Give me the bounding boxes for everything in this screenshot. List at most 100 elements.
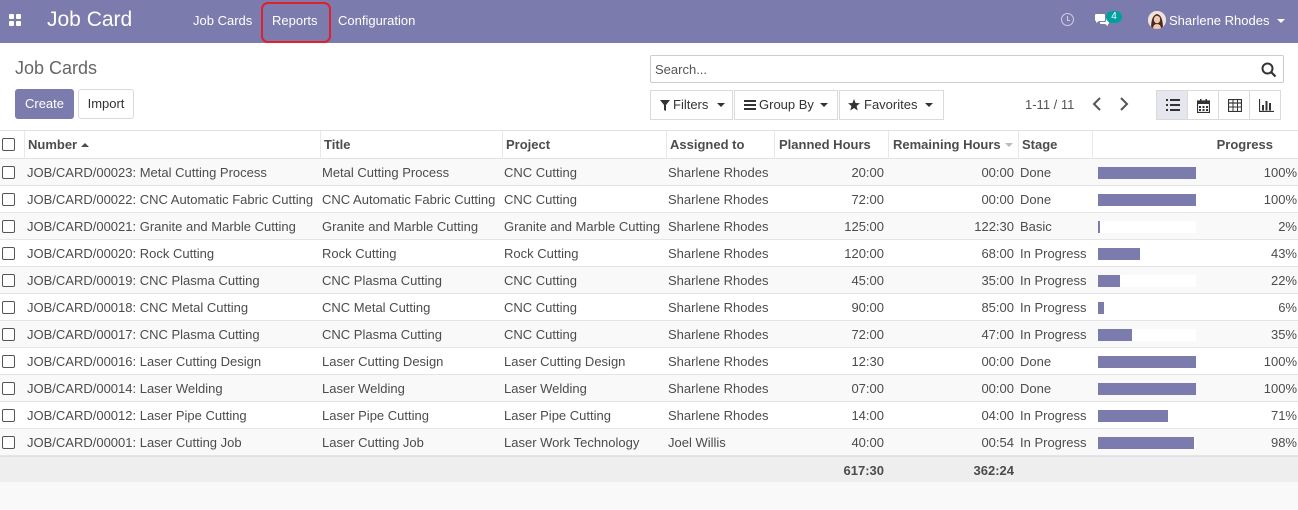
cell-title: CNC Plasma Cutting [322,273,442,288]
cell-progress-percent: 98% [1270,435,1297,450]
cell-project: Laser Welding [504,381,587,396]
list-view-button[interactable] [1156,90,1188,120]
table-row[interactable]: JOB/CARD/00001: Laser Cutting Job Laser C… [0,429,1298,456]
groupby-dropdown[interactable]: Group By [734,90,838,120]
caret-down-icon [925,103,933,107]
row-checkbox[interactable] [2,274,15,287]
row-checkbox[interactable] [2,166,15,179]
calendar-view-button[interactable] [1187,90,1219,120]
pivot-view-button[interactable] [1218,90,1250,120]
import-button[interactable]: Import [78,89,134,119]
cell-assigned-to: Sharlene Rhodes [668,381,769,396]
cell-title: CNC Plasma Cutting [322,327,442,342]
graph-view-button[interactable] [1249,90,1281,120]
total-planned-hours: 617:30 [843,463,884,478]
row-checkbox[interactable] [2,328,15,341]
progress-bar [1098,383,1196,395]
column-stage[interactable]: Stage [1018,131,1092,159]
row-checkbox[interactable] [2,247,15,260]
cell-remaining-hours: 00:00 [981,381,1014,396]
chat-count-badge: 4 [1106,11,1122,23]
cell-title: Rock Cutting [322,246,397,261]
table-row[interactable]: JOB/CARD/00018: CNC Metal Cutting CNC Met… [0,294,1298,321]
cell-title: Laser Pipe Cutting [322,408,429,423]
cell-remaining-hours: 85:00 [981,300,1014,315]
column-label: Number [28,137,78,152]
progress-bar-fill [1098,221,1100,233]
create-button[interactable]: Create [15,89,74,119]
sort-ascending-icon [81,143,90,147]
cell-remaining-hours: 35:00 [981,273,1014,288]
caret-down-icon [717,103,725,107]
apps-grid-icon[interactable] [9,14,22,27]
filters-label: Filters [673,97,709,112]
cell-title: CNC Metal Cutting [322,300,431,315]
row-checkbox[interactable] [2,409,15,422]
cell-number: JOB/CARD/00001: Laser Cutting Job [27,435,242,450]
table-row[interactable]: JOB/CARD/00016: Laser Cutting Design Lase… [0,348,1298,375]
table-row[interactable]: JOB/CARD/00012: Laser Pipe Cutting Laser … [0,402,1298,429]
cell-project: CNC Cutting [504,327,577,342]
select-all-checkbox[interactable] [2,138,15,151]
column-assigned-to[interactable]: Assigned to [666,131,774,159]
cell-project: Rock Cutting [504,246,579,261]
table-row[interactable]: JOB/CARD/00019: CNC Plasma Cutting CNC Pl… [0,267,1298,294]
row-checkbox[interactable] [2,301,15,314]
cell-title: CNC Automatic Fabric Cutting [322,192,496,207]
cell-number: JOB/CARD/00012: Laser Pipe Cutting [27,408,247,423]
column-label: Remaining Hours [893,137,1001,152]
avatar[interactable] [1148,11,1166,29]
search-input[interactable] [655,62,1245,77]
cell-planned-hours: 14:00 [851,408,884,423]
menu-job-cards[interactable]: Job Cards [193,13,252,28]
table-row[interactable]: JOB/CARD/00023: Metal Cutting Process Met… [0,159,1298,186]
pager-next-icon[interactable] [1117,96,1131,112]
row-checkbox[interactable] [2,436,15,449]
favorites-dropdown[interactable]: Favorites [839,90,944,120]
column-planned-hours[interactable]: Planned Hours [774,131,888,159]
progress-bar [1098,356,1196,368]
cell-remaining-hours: 00:54 [981,435,1014,450]
progress-bar-fill [1098,383,1196,395]
caret-down-icon[interactable] [1277,19,1285,23]
cell-remaining-hours: 04:00 [981,408,1014,423]
search-icon[interactable] [1261,62,1277,78]
column-remaining-hours[interactable]: Remaining Hours [888,131,1018,159]
progress-bar [1098,437,1196,449]
clock-icon[interactable] [1061,13,1074,26]
cell-remaining-hours: 00:00 [981,354,1014,369]
cell-assigned-to: Sharlene Rhodes [668,273,769,288]
pager-previous-icon[interactable] [1090,96,1104,112]
column-project[interactable]: Project [502,131,666,159]
progress-bar-fill [1098,194,1196,206]
cell-progress-percent: 100% [1263,192,1297,207]
table-row[interactable]: JOB/CARD/00021: Granite and Marble Cutti… [0,213,1298,240]
row-checkbox[interactable] [2,220,15,233]
table-row[interactable]: JOB/CARD/00022: CNC Automatic Fabric Cut… [0,186,1298,213]
row-checkbox[interactable] [2,355,15,368]
row-checkbox[interactable] [2,382,15,395]
cell-stage: In Progress [1020,327,1087,342]
list-view-icon [1166,99,1180,111]
table-row[interactable]: JOB/CARD/00014: Laser Welding Laser Weldi… [0,375,1298,402]
cell-number: JOB/CARD/00022: CNC Automatic Fabric Cut… [27,192,314,207]
table-row[interactable]: JOB/CARD/00020: Rock Cutting Rock Cutting… [0,240,1298,267]
table-header: Number Title Project Assigned to Planned… [0,130,1298,159]
cell-project: CNC Cutting [504,300,577,315]
pager-value[interactable]: 1-11 / 11 [1025,97,1074,112]
column-title[interactable]: Title [320,131,502,159]
cell-assigned-to: Sharlene Rhodes [668,165,769,180]
filters-dropdown[interactable]: Filters [650,90,733,120]
table-row[interactable]: JOB/CARD/00017: CNC Plasma Cutting CNC Pl… [0,321,1298,348]
cell-assigned-to: Joel Willis [668,435,726,450]
row-checkbox[interactable] [2,193,15,206]
cell-assigned-to: Sharlene Rhodes [668,192,769,207]
user-name[interactable]: Sharlene Rhodes [1169,13,1269,28]
cell-progress-percent: 71% [1270,408,1297,423]
breadcrumb: Job Cards [15,58,98,78]
column-progress[interactable]: Progress [1092,131,1288,159]
cell-stage: Basic [1020,219,1052,234]
menu-configuration[interactable]: Configuration [338,13,415,28]
cell-remaining-hours: 122:30 [974,219,1014,234]
column-number[interactable]: Number [24,131,320,159]
